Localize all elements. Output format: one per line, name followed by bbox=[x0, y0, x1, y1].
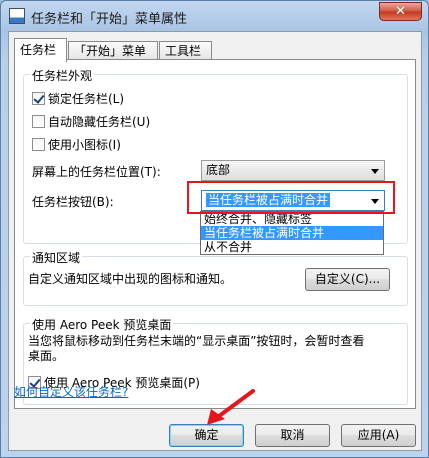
buttons-label: 任务栏按钮(B): bbox=[32, 195, 114, 209]
location-label: 屏幕上的任务栏位置(T): bbox=[32, 165, 161, 179]
dropdown-option-never-combine[interactable]: 从不合并 bbox=[201, 240, 383, 254]
tab-taskbar[interactable]: 任务栏 bbox=[14, 38, 67, 62]
location-combobox[interactable]: 底部 bbox=[201, 160, 385, 181]
cancel-button[interactable]: 取消 bbox=[255, 424, 330, 447]
chevron-down-icon bbox=[371, 169, 379, 174]
notify-group: 通知区域 自定义通知区域中出现的图标和通知。 自定义(C)... bbox=[23, 249, 408, 306]
lock-taskbar-option[interactable]: 锁定任务栏(L) bbox=[32, 90, 124, 106]
chevron-down-icon bbox=[371, 199, 379, 204]
notify-text: 自定义通知区域中出现的图标和通知。 bbox=[28, 272, 233, 286]
dialog-client: 任务栏 「开始」菜单 工具栏 任务栏外观 锁定任务栏(L) 自动隐藏任务栏(U)… bbox=[8, 31, 422, 451]
lock-taskbar-checkbox[interactable] bbox=[32, 92, 45, 105]
autohide-label: 自动隐藏任务栏(U) bbox=[48, 115, 151, 129]
dropdown-option-combine-when-full[interactable]: 当任务栏被占满时合并 bbox=[201, 226, 383, 240]
customize-button[interactable]: 自定义(C)... bbox=[305, 268, 390, 291]
location-value: 底部 bbox=[206, 163, 231, 177]
customize-help-link[interactable]: 如何自定义该任务栏? bbox=[14, 383, 128, 400]
window-title: 任务栏和「开始」菜单属性 bbox=[31, 12, 188, 27]
small-icons-label: 使用小图标(I) bbox=[48, 138, 121, 152]
buttons-dropdown-list: 始终合并、隐藏标签 当任务栏被占满时合并 从不合并 bbox=[200, 211, 384, 255]
lock-taskbar-label: 锁定任务栏(L) bbox=[48, 92, 125, 106]
title-bar[interactable]: 任务栏和「开始」菜单属性 ✕ bbox=[1, 1, 428, 31]
notify-group-label: 通知区域 bbox=[30, 249, 83, 266]
buttons-value: 当任务栏被占满时合并 bbox=[206, 193, 331, 207]
dropdown-option-always-combine[interactable]: 始终合并、隐藏标签 bbox=[201, 212, 383, 226]
small-icons-checkbox[interactable] bbox=[32, 138, 45, 151]
aero-description: 当您将鼠标移动到任务栏末端的“显示桌面”按钮时，会暂时查看桌面。 bbox=[28, 334, 365, 363]
annotation-arrow-icon bbox=[207, 389, 255, 425]
autohide-checkbox[interactable] bbox=[32, 115, 45, 128]
taskbar-app-icon bbox=[9, 8, 25, 24]
apply-button[interactable]: 应用(A) bbox=[341, 424, 416, 447]
small-icons-option[interactable]: 使用小图标(I) bbox=[32, 136, 121, 152]
aero-group-label: 使用 Aero Peek 预览桌面 bbox=[30, 316, 174, 333]
appearance-group-label: 任务栏外观 bbox=[30, 67, 95, 84]
tab-start-menu[interactable]: 「开始」菜单 bbox=[68, 41, 158, 61]
autohide-option[interactable]: 自动隐藏任务栏(U) bbox=[32, 113, 150, 129]
close-button[interactable]: ✕ bbox=[379, 2, 422, 21]
tab-panel-taskbar: 任务栏外观 锁定任务栏(L) 自动隐藏任务栏(U) 使用小图标(I) 屏幕上的任… bbox=[14, 59, 416, 409]
properties-window: 任务栏和「开始」菜单属性 ✕ 任务栏 「开始」菜单 工具栏 任务栏外观 锁定任务… bbox=[0, 0, 429, 458]
buttons-combobox[interactable]: 当任务栏被占满时合并 bbox=[201, 190, 385, 211]
tab-toolbars[interactable]: 工具栏 bbox=[159, 41, 212, 61]
